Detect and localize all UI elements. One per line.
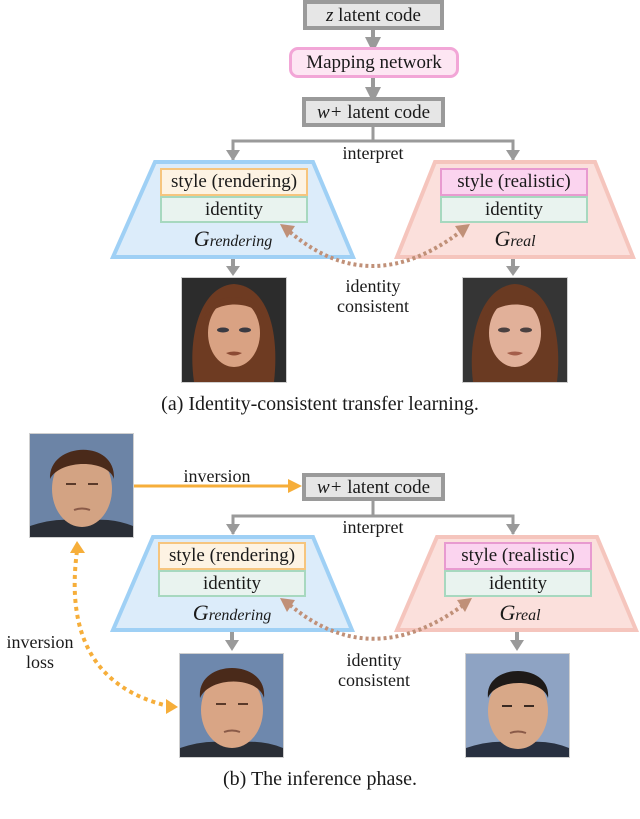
g-rendering-label-b: Grendering: [167, 600, 297, 626]
identity-label: identity: [202, 573, 262, 594]
face-illustration: [30, 449, 133, 537]
consistent-word: consistent: [338, 670, 410, 690]
g-symbol: G: [193, 226, 210, 251]
realistic-female-face-image: [462, 277, 568, 383]
identity-label: identity: [488, 573, 548, 594]
arrowhead-to-g-real: [506, 150, 520, 161]
arrowhead-to-g-real-b: [506, 524, 520, 535]
w-variable: w+: [316, 102, 343, 123]
style-realistic-box: style (realistic): [440, 168, 588, 196]
w-latent-text: latent code: [342, 477, 431, 498]
inversion-word: inversion: [6, 632, 74, 652]
style-rendering-box: style (rendering): [160, 168, 308, 196]
identity-box-real: identity: [440, 196, 588, 223]
identity-consistent-label-b: identity consistent: [321, 650, 427, 690]
g-symbol: G: [192, 600, 209, 625]
style-rendering-label: style (rendering): [170, 171, 298, 192]
face-illustration: [471, 284, 559, 382]
style-rendering-label: style (rendering): [168, 545, 296, 566]
inversion-label: inversion: [183, 466, 251, 486]
w-variable: w+: [316, 477, 343, 498]
g-subscript: real: [515, 607, 541, 624]
identity-box-rendering-b: identity: [158, 570, 306, 597]
interpret-label-b: interpret: [342, 517, 404, 537]
identity-box-real-b: identity: [444, 570, 592, 597]
loss-word: loss: [25, 652, 54, 672]
rendered-female-face-image: [181, 277, 287, 383]
g-real-label: Greal: [450, 226, 580, 252]
g-rendering-label: Grendering: [168, 226, 298, 252]
input-rendered-male-face-image: [29, 433, 134, 538]
style-realistic-label: style (realistic): [457, 171, 571, 192]
realistic-male-face-image: [465, 653, 570, 758]
inversion-loss-arrowhead-top: [70, 541, 85, 553]
inversion-loss-label: inversion loss: [0, 632, 80, 672]
mapping-network-label: Mapping network: [306, 52, 442, 73]
identity-label: identity: [484, 199, 544, 220]
arrowhead-to-real-image: [506, 266, 520, 276]
caption-b: (b) The inference phase.: [223, 768, 417, 790]
g-real-label-b: Greal: [455, 600, 585, 626]
style-realistic-label: style (realistic): [461, 545, 575, 566]
g-symbol: G: [499, 600, 516, 625]
arrowhead-to-rendered-image: [226, 266, 240, 276]
z-latent-text: latent code: [333, 5, 421, 26]
reconstructed-rendered-male-face-image: [179, 653, 284, 758]
w-latent-text: latent code: [342, 102, 431, 123]
arrowhead-to-real-image-b: [510, 640, 524, 651]
identity-label: identity: [204, 199, 264, 220]
interpret-label-a: interpret: [342, 143, 404, 163]
inversion-loss-arrowhead-right: [166, 699, 178, 714]
g-subscript: rendering: [208, 607, 272, 624]
w-latent-code-box-b: w+ latent code: [302, 473, 445, 501]
identity-word: identity: [345, 276, 401, 296]
g-symbol: G: [494, 226, 511, 251]
w-latent-code-box: w+ latent code: [302, 97, 445, 127]
z-latent-code-box: z latent code: [303, 0, 444, 30]
caption-a: (a) Identity-consistent transfer learnin…: [161, 393, 479, 415]
mapping-network-box: Mapping network: [289, 47, 459, 78]
identity-word: identity: [346, 650, 402, 670]
arrowhead-to-g-rendering-b: [226, 524, 240, 535]
identity-consistent-label-a: identity consistent: [320, 276, 426, 316]
g-subscript: real: [510, 233, 536, 250]
face-illustration: [180, 668, 283, 757]
arrowhead-to-g-rendering: [226, 150, 240, 161]
style-rendering-box-b: style (rendering): [158, 542, 306, 570]
identity-box-rendering: identity: [160, 196, 308, 223]
face-illustration: [192, 284, 276, 382]
consistent-word: consistent: [337, 296, 409, 316]
g-subscript: rendering: [209, 233, 273, 250]
style-realistic-box-b: style (realistic): [444, 542, 592, 570]
face-illustration: [466, 671, 569, 757]
inversion-arrowhead: [288, 479, 302, 493]
arrowhead-to-rendered-image-b: [225, 640, 239, 651]
